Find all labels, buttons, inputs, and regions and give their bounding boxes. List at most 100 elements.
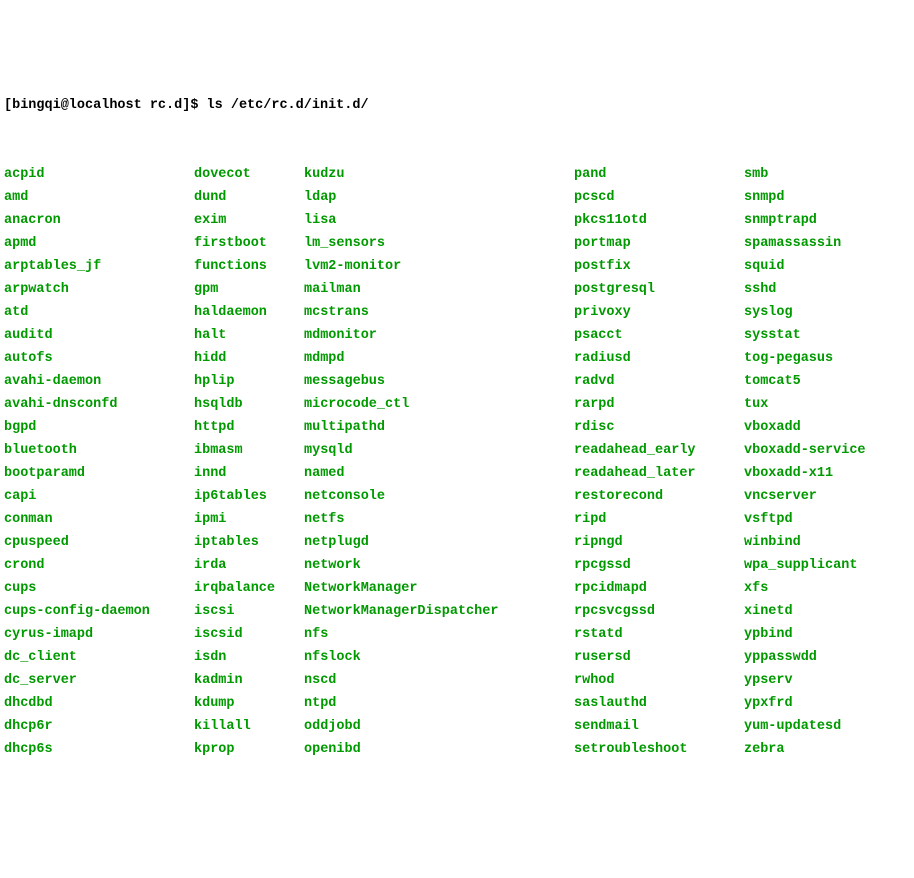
ls-column-1: acpid amd anacron apmd arptables_jf arpw… (4, 163, 194, 761)
list-item: avahi-daemon (4, 370, 194, 393)
list-item: netconsole (304, 485, 574, 508)
list-item: innd (194, 462, 304, 485)
list-item: sendmail (574, 715, 744, 738)
list-item: dc_client (4, 646, 194, 669)
list-item: nscd (304, 669, 574, 692)
list-item: nfs (304, 623, 574, 646)
list-item: cpuspeed (4, 531, 194, 554)
list-item: wpa_supplicant (744, 554, 866, 577)
list-item: hplip (194, 370, 304, 393)
list-item: readahead_later (574, 462, 744, 485)
list-item: irda (194, 554, 304, 577)
list-item: readahead_early (574, 439, 744, 462)
list-item: privoxy (574, 301, 744, 324)
list-item: iptables (194, 531, 304, 554)
list-item: ripd (574, 508, 744, 531)
list-item: ypserv (744, 669, 866, 692)
list-item: acpid (4, 163, 194, 186)
list-item: irqbalance (194, 577, 304, 600)
list-item: vncserver (744, 485, 866, 508)
list-item: mailman (304, 278, 574, 301)
list-item: atd (4, 301, 194, 324)
list-item: postfix (574, 255, 744, 278)
list-item: bootparamd (4, 462, 194, 485)
list-item: sysstat (744, 324, 866, 347)
list-item: NetworkManagerDispatcher (304, 600, 574, 623)
list-item: ipmi (194, 508, 304, 531)
ls-output: acpid amd anacron apmd arptables_jf arpw… (4, 163, 910, 761)
prompt-command: ls /etc/rc.d/init.d/ (207, 98, 369, 113)
list-item: iscsi (194, 600, 304, 623)
list-item: squid (744, 255, 866, 278)
list-item: arptables_jf (4, 255, 194, 278)
list-item: ip6tables (194, 485, 304, 508)
list-item: oddjobd (304, 715, 574, 738)
list-item: vboxadd-service (744, 439, 866, 462)
list-item: zebra (744, 738, 866, 761)
list-item: messagebus (304, 370, 574, 393)
list-item: restorecond (574, 485, 744, 508)
list-item: postgresql (574, 278, 744, 301)
list-item: kprop (194, 738, 304, 761)
list-item: amd (4, 186, 194, 209)
list-item: autofs (4, 347, 194, 370)
list-item: xinetd (744, 600, 866, 623)
list-item: dund (194, 186, 304, 209)
list-item: auditd (4, 324, 194, 347)
list-item: crond (4, 554, 194, 577)
list-item: conman (4, 508, 194, 531)
list-item: named (304, 462, 574, 485)
list-item: halt (194, 324, 304, 347)
list-item: rpcsvcgssd (574, 600, 744, 623)
list-item: rusersd (574, 646, 744, 669)
list-item: NetworkManager (304, 577, 574, 600)
list-item: mysqld (304, 439, 574, 462)
list-item: cups-config-daemon (4, 600, 194, 623)
list-item: rstatd (574, 623, 744, 646)
list-item: anacron (4, 209, 194, 232)
list-item: capi (4, 485, 194, 508)
list-item: tux (744, 393, 866, 416)
list-item: firstboot (194, 232, 304, 255)
list-item: snmptrapd (744, 209, 866, 232)
list-item: gpm (194, 278, 304, 301)
list-item: tog-pegasus (744, 347, 866, 370)
list-item: vboxadd (744, 416, 866, 439)
list-item: ypxfrd (744, 692, 866, 715)
list-item: kudzu (304, 163, 574, 186)
list-item: netfs (304, 508, 574, 531)
list-item: httpd (194, 416, 304, 439)
list-item: bluetooth (4, 439, 194, 462)
ls-column-3: kudzu ldap lisa lm_sensors lvm2-monitor … (304, 163, 574, 761)
list-item: hsqldb (194, 393, 304, 416)
list-item: dhcp6s (4, 738, 194, 761)
list-item: xfs (744, 577, 866, 600)
list-item: ntpd (304, 692, 574, 715)
list-item: avahi-dnsconfd (4, 393, 194, 416)
list-item: dhcp6r (4, 715, 194, 738)
list-item: exim (194, 209, 304, 232)
list-item: mdmonitor (304, 324, 574, 347)
list-item: pand (574, 163, 744, 186)
list-item: microcode_ctl (304, 393, 574, 416)
list-item: nfslock (304, 646, 574, 669)
list-item: dhcdbd (4, 692, 194, 715)
list-item: bgpd (4, 416, 194, 439)
list-item: mcstrans (304, 301, 574, 324)
list-item: spamassassin (744, 232, 866, 255)
list-item: rdisc (574, 416, 744, 439)
terminal-prompt-line: [bingqi@localhost rc.d]$ ls /etc/rc.d/in… (4, 94, 910, 117)
list-item: arpwatch (4, 278, 194, 301)
list-item: pcscd (574, 186, 744, 209)
list-item: smb (744, 163, 866, 186)
list-item: rwhod (574, 669, 744, 692)
list-item: radvd (574, 370, 744, 393)
list-item: tomcat5 (744, 370, 866, 393)
list-item: multipathd (304, 416, 574, 439)
list-item: rpcgssd (574, 554, 744, 577)
list-item: ldap (304, 186, 574, 209)
list-item: openibd (304, 738, 574, 761)
list-item: saslauthd (574, 692, 744, 715)
list-item: vsftpd (744, 508, 866, 531)
list-item: vboxadd-x11 (744, 462, 866, 485)
